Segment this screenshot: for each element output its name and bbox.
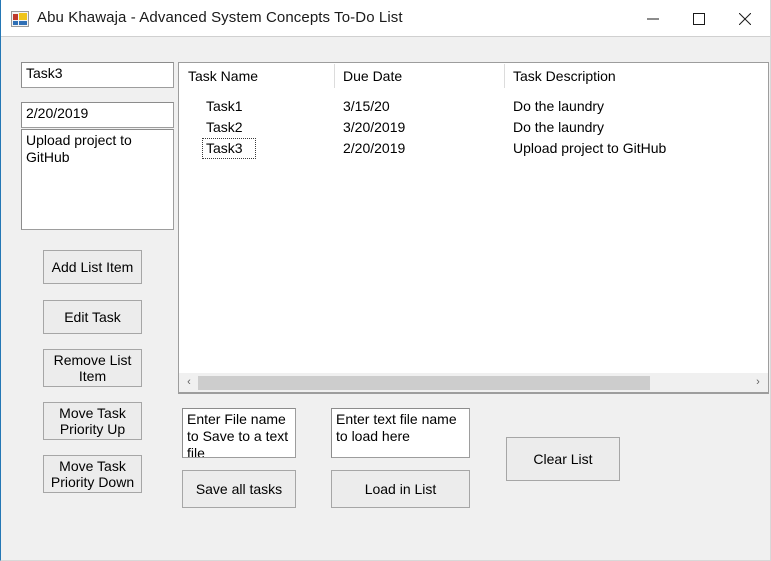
add-list-item-button[interactable]: Add List Item <box>43 250 142 284</box>
due-date-input[interactable]: 2/20/2019 <box>21 102 174 128</box>
table-row[interactable]: Task1 3/15/20 Do the laundry <box>179 96 768 117</box>
close-button[interactable] <box>724 0 770 36</box>
horizontal-scrollbar[interactable]: ‹ › <box>178 373 769 393</box>
column-header-task-description[interactable]: Task Description <box>513 68 616 84</box>
cell-due-date: 3/15/20 <box>343 98 390 114</box>
minimize-button[interactable] <box>632 0 678 36</box>
load-in-list-button[interactable]: Load in List <box>331 470 470 508</box>
table-row[interactable]: Task2 3/20/2019 Do the laundry <box>179 117 768 138</box>
cell-description: Upload project to GitHub <box>513 140 667 156</box>
save-filename-input[interactable]: Enter File name to Save to a text file <box>182 408 296 458</box>
task-list-view[interactable]: Task Name Due Date Task Description Task… <box>178 62 769 394</box>
column-header-due-date[interactable]: Due Date <box>343 68 402 84</box>
list-view-header: Task Name Due Date Task Description <box>179 63 768 89</box>
column-divider[interactable] <box>504 64 505 88</box>
edit-task-button[interactable]: Edit Task <box>43 300 142 334</box>
title-bar: Abu Khawaja - Advanced System Concepts T… <box>1 0 770 37</box>
maximize-button[interactable] <box>678 0 724 36</box>
task-name-input[interactable]: Task3 <box>21 62 174 88</box>
remove-list-item-button[interactable]: Remove List Item <box>43 349 142 387</box>
clear-list-button[interactable]: Clear List <box>506 437 620 481</box>
cell-due-date: 3/20/2019 <box>343 119 406 135</box>
load-filename-input[interactable]: Enter text file name to load here <box>331 408 470 458</box>
cell-task-name: Task1 <box>206 98 243 114</box>
window-title: Abu Khawaja - Advanced System Concepts T… <box>37 9 403 26</box>
scrollbar-thumb[interactable] <box>198 376 650 390</box>
table-row[interactable]: Task3 2/20/2019 Upload project to GitHub <box>179 138 768 159</box>
cell-task-name: Task3 <box>206 140 243 156</box>
scroll-left-arrow-icon[interactable]: ‹ <box>180 373 198 391</box>
application-window: Abu Khawaja - Advanced System Concepts T… <box>0 0 771 561</box>
cell-description: Do the laundry <box>513 98 605 114</box>
column-header-task-name[interactable]: Task Name <box>188 68 258 84</box>
scroll-right-arrow-icon[interactable]: › <box>749 373 767 391</box>
cell-description: Do the laundry <box>513 119 605 135</box>
save-all-tasks-button[interactable]: Save all tasks <box>182 470 296 508</box>
cell-task-name: Task2 <box>206 119 243 135</box>
cell-due-date: 2/20/2019 <box>343 140 406 156</box>
task-description-input[interactable]: Upload project to GitHub <box>21 129 174 230</box>
winforms-app-icon <box>11 11 29 27</box>
column-divider[interactable] <box>334 64 335 88</box>
move-task-priority-up-button[interactable]: Move Task Priority Up <box>43 402 142 440</box>
move-task-priority-down-button[interactable]: Move Task Priority Down <box>43 455 142 493</box>
